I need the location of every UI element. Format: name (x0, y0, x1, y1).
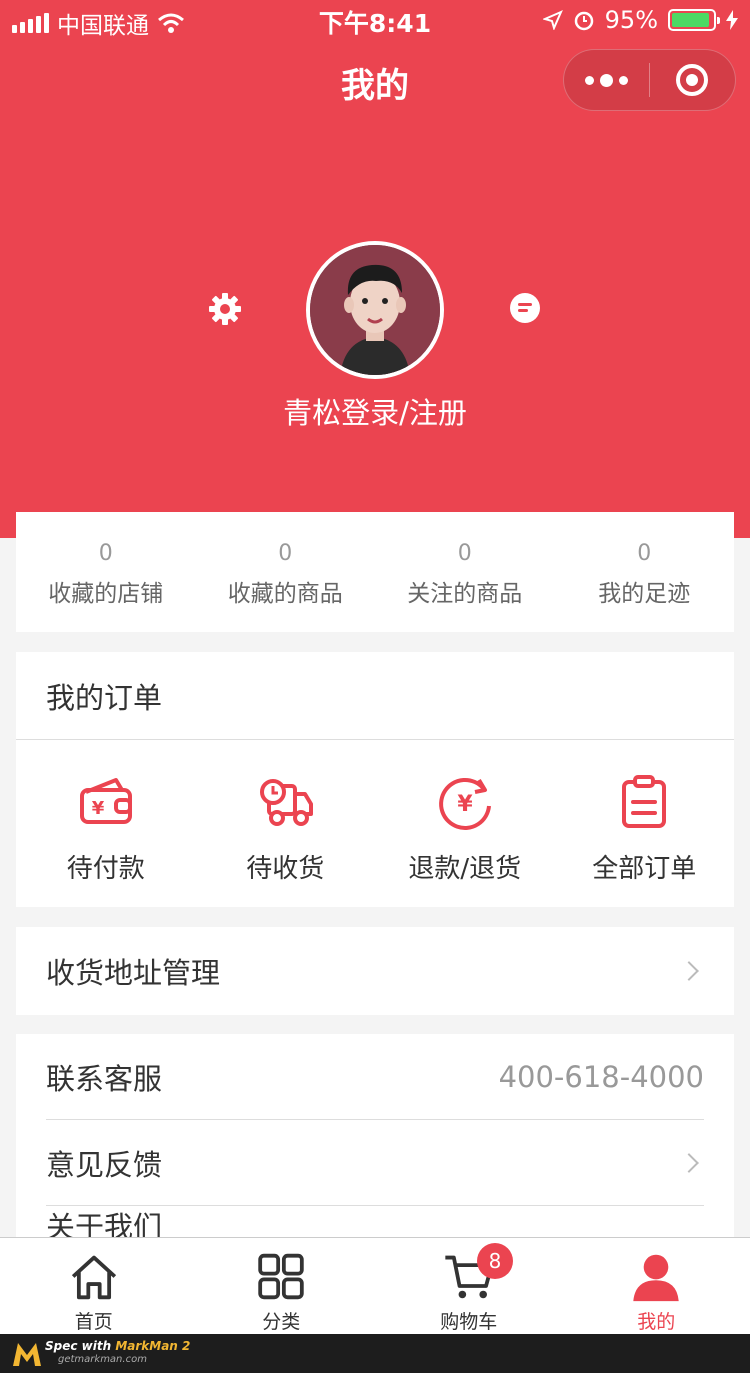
order-pending-payment[interactable]: ¥ 待付款 (16, 740, 196, 906)
wallet-icon: ¥ (79, 778, 132, 824)
home-icon (71, 1255, 116, 1300)
chevron-right-icon (679, 1152, 699, 1173)
settings-list: 联系客服 400-618-4000 意见反馈 关于我们 (16, 1034, 734, 1244)
user-avatar[interactable] (306, 241, 444, 379)
svg-text:¥: ¥ (91, 798, 104, 819)
miniprogram-capsule (563, 49, 736, 111)
stat-label: 收藏的店铺 (48, 581, 164, 607)
footer-spec-prefix: Spec with (45, 1339, 116, 1353)
stat-value: 0 (637, 541, 652, 566)
orders-card: 我的订单 ¥ 待付款 待收货 ¥ 退款/退货 全部订单 (16, 652, 734, 907)
tab-label: 首页 (74, 1311, 113, 1333)
refund-icon: ¥ (438, 777, 491, 830)
feedback-label: 意见反馈 (46, 1147, 163, 1182)
user-icon (633, 1254, 679, 1302)
category-icon (258, 1253, 304, 1300)
tab-cart[interactable]: 8 购物车 (375, 1238, 563, 1334)
order-item-label: 待收货 (246, 854, 325, 884)
cart-count-badge: 8 (477, 1243, 513, 1279)
profile-header: 中国联通 下午8:41 95% 我的 青松登录/注册 (0, 0, 750, 538)
stat-label: 收藏的商品 (227, 581, 343, 607)
stats-card: 0 收藏的店铺 0 收藏的商品 0 关注的商品 0 我的足迹 (16, 512, 734, 632)
tab-label: 购物车 (440, 1311, 498, 1333)
truck-icon (260, 779, 314, 826)
alarm-icon (574, 11, 593, 31)
tab-mine[interactable]: 我的 (563, 1238, 750, 1334)
customer-service-label: 联系客服 (46, 1061, 163, 1096)
avatar-portrait-icon (310, 245, 440, 375)
tab-home[interactable]: 首页 (0, 1238, 188, 1334)
chevron-right-icon (679, 961, 699, 981)
order-pending-receipt[interactable]: 待收货 (196, 740, 376, 906)
stat-value: 0 (98, 541, 113, 566)
markman-footer: Spec with MarkMan 2 getmarkman.com (0, 1334, 750, 1373)
orders-title: 我的订单 (16, 652, 734, 740)
stat-value: 0 (278, 541, 293, 566)
login-register-link[interactable]: 青松登录/注册 (0, 390, 750, 432)
battery-percent: 95% (604, 6, 658, 34)
stat-label: 我的足迹 (598, 581, 691, 607)
feedback-row[interactable]: 意见反馈 (46, 1120, 704, 1206)
stat-followed-goods[interactable]: 0 关注的商品 (375, 512, 555, 632)
bottom-tab-bar: 首页 分类 8 购物车 我的 (0, 1237, 750, 1334)
stat-footprints[interactable]: 0 我的足迹 (555, 512, 735, 632)
order-refund[interactable]: ¥ 退款/退货 (375, 740, 555, 906)
close-miniprogram-button[interactable] (650, 64, 735, 96)
target-icon (676, 64, 709, 96)
battery-icon (668, 9, 720, 31)
stat-favorite-goods[interactable]: 0 收藏的商品 (196, 512, 376, 632)
charging-icon (726, 10, 738, 30)
stat-value: 0 (457, 541, 472, 566)
address-label: 收货地址管理 (46, 956, 221, 990)
svg-text:¥: ¥ (457, 792, 473, 817)
stat-label: 关注的商品 (407, 581, 523, 607)
more-menu-button[interactable] (564, 73, 649, 87)
tab-label: 分类 (262, 1311, 301, 1333)
customer-service-row[interactable]: 联系客服 400-618-4000 (46, 1034, 704, 1120)
address-management-row[interactable]: 收货地址管理 (16, 927, 734, 1015)
tab-label: 我的 (637, 1311, 676, 1333)
stat-favorite-shops[interactable]: 0 收藏的店铺 (16, 512, 196, 632)
order-item-label: 待付款 (66, 854, 145, 884)
footer-spec-text: Spec with MarkMan 2 (45, 1339, 190, 1353)
footer-spec-brand: MarkMan 2 (115, 1339, 191, 1353)
order-all[interactable]: 全部订单 (555, 740, 735, 906)
order-item-label: 退款/退货 (408, 854, 522, 884)
clipboard-icon (622, 775, 667, 828)
footer-site: getmarkman.com (58, 1354, 147, 1365)
order-item-label: 全部订单 (592, 854, 697, 884)
tab-category[interactable]: 分类 (188, 1238, 376, 1334)
service-phone[interactable]: 400-618-4000 (499, 1060, 704, 1094)
markman-logo-icon (13, 1343, 41, 1366)
status-bar: 中国联通 下午8:41 95% (0, 0, 750, 40)
settings-gear-icon[interactable] (208, 292, 242, 326)
message-bubble-icon[interactable] (510, 293, 540, 323)
location-arrow-icon (542, 10, 563, 30)
